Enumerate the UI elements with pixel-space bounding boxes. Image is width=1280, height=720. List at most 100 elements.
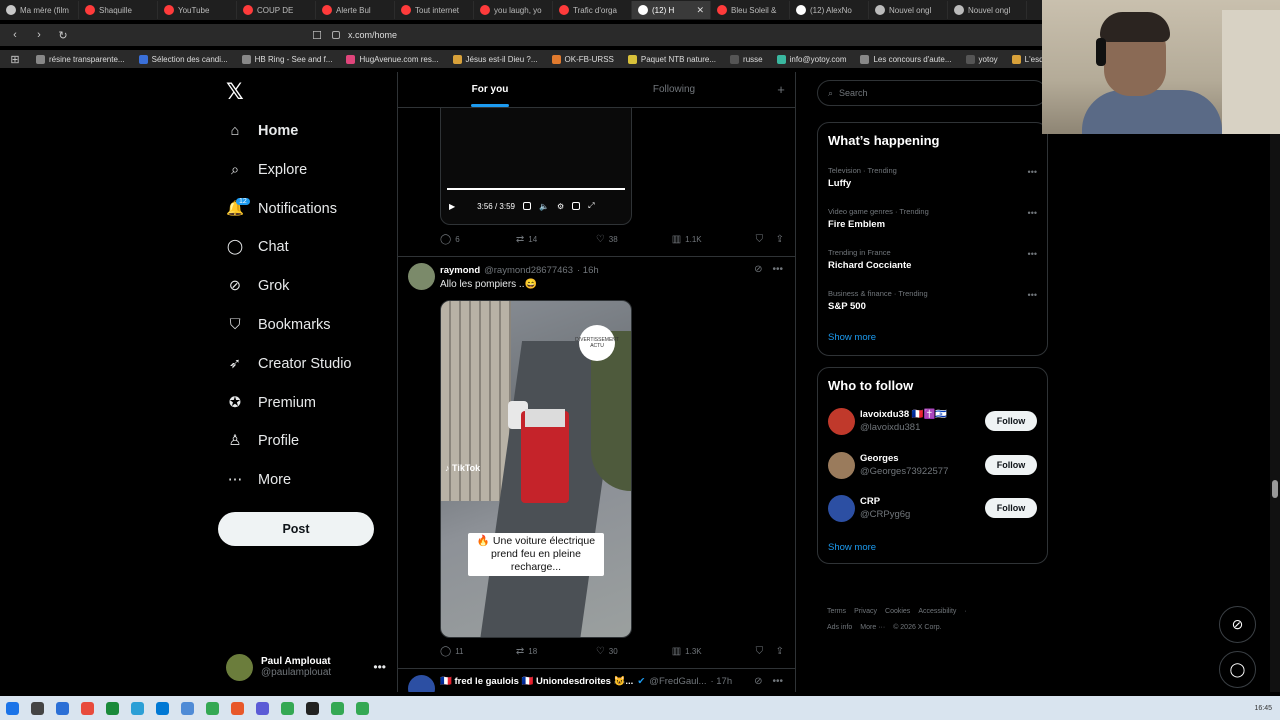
nav-item-home[interactable]: ⌂ Home	[226, 117, 299, 145]
nav-item-notifications[interactable]: 🔔 12 Notifications	[226, 195, 337, 223]
browser-tab[interactable]: (12) H ✕	[632, 1, 711, 19]
nav-item-creator-studio[interactable]: ➶ Creator Studio	[226, 350, 352, 378]
captions-icon[interactable]	[522, 202, 531, 210]
tab-following[interactable]: Following	[582, 72, 766, 107]
browser-tab[interactable]: Bleu Soleil &	[711, 1, 790, 19]
reply-button[interactable]: ◯ 11	[440, 646, 516, 657]
app-icon[interactable]	[281, 701, 294, 715]
footer-link[interactable]: ·	[964, 608, 966, 615]
author-name[interactable]: raymond	[440, 265, 480, 276]
scrollbar[interactable]	[1270, 134, 1280, 692]
volume-icon[interactable]: 🔈	[539, 202, 549, 211]
avatar[interactable]	[408, 263, 435, 290]
tweet-time[interactable]: · 16h	[577, 265, 599, 276]
pip-icon[interactable]	[572, 202, 581, 210]
nav-item-premium[interactable]: ✪ Premium	[226, 389, 316, 417]
app-icon[interactable]	[181, 701, 194, 715]
x-logo-icon[interactable]: 𝕏	[226, 80, 244, 105]
bookmark-item[interactable]: Sélection des candi...	[138, 54, 228, 64]
follow-button[interactable]: Follow	[985, 498, 1037, 518]
repost-button[interactable]: ⇄ 14	[516, 234, 596, 245]
footer-link[interactable]: More ···	[860, 624, 885, 631]
nav-item-profile[interactable]: ♙ Profile	[226, 427, 300, 455]
more-icon[interactable]: •••	[772, 676, 783, 687]
more-icon[interactable]: •••	[373, 660, 386, 674]
app-icon[interactable]	[106, 701, 119, 715]
more-icon[interactable]: •••	[772, 264, 783, 275]
apps-icon[interactable]: ⊞	[8, 53, 22, 66]
trend-category[interactable]: Trending in France	[828, 248, 891, 257]
follow-button[interactable]: Follow	[985, 454, 1037, 475]
bookmark-item[interactable]: résine transparente...	[36, 54, 125, 64]
reload-icon[interactable]: ↻	[56, 29, 70, 42]
app-icon[interactable]	[56, 701, 69, 715]
site-info-icon[interactable]	[332, 31, 340, 39]
post-button[interactable]: Post	[218, 512, 374, 546]
bookmark-item[interactable]: Jésus est-il Dieu ?...	[452, 54, 538, 64]
nav-item-explore[interactable]: ⌕ Explore	[226, 156, 307, 184]
suggested-user-name[interactable]: lavoixdu38 🇫🇷✝️🇮🇱	[860, 409, 947, 420]
browser-tab[interactable]: Trafic d'orga	[553, 1, 632, 19]
browser-tab[interactable]: (12) AlexNo	[790, 1, 869, 19]
browser-tab[interactable]: Nouvel ongl	[869, 1, 948, 19]
video-progress-bar[interactable]	[447, 188, 625, 190]
suggested-user-handle[interactable]: @CRPyg6g	[860, 509, 910, 520]
app-icon[interactable]	[81, 701, 94, 715]
browser-tab[interactable]: Shaquille	[79, 1, 158, 19]
nav-item-more[interactable]: ⋯ More	[226, 466, 291, 494]
bookmark-button[interactable]: ⛉	[756, 646, 776, 657]
trend-name[interactable]: S&P 500	[828, 301, 866, 312]
author-handle[interactable]: @raymond28677463	[484, 265, 573, 276]
search-icon[interactable]	[31, 701, 44, 715]
follow-button[interactable]: Follow	[985, 411, 1037, 431]
grok-icon[interactable]: ⊘	[754, 264, 762, 275]
bookmark-item[interactable]: Les concours d'aute...	[860, 54, 952, 64]
more-icon[interactable]: •••	[1028, 249, 1037, 259]
app-icon[interactable]	[131, 701, 144, 715]
play-icon[interactable]: ▶	[449, 202, 455, 211]
suggested-user-handle[interactable]: @lavoixdu381	[860, 422, 920, 433]
like-button[interactable]: ♡ 30	[596, 646, 672, 657]
suggested-user-handle[interactable]: @Georges73922577	[860, 466, 948, 477]
bookmark-page-icon[interactable]: ☐	[310, 29, 324, 42]
browser-tab[interactable]: YouTube	[158, 1, 237, 19]
messages-button[interactable]: ◯	[1219, 651, 1256, 688]
author-handle[interactable]: @FredGaul...	[649, 676, 706, 687]
close-tab-icon[interactable]: ✕	[696, 5, 704, 16]
more-icon[interactable]: •••	[1028, 167, 1037, 177]
scrollbar-thumb[interactable]	[1272, 480, 1278, 498]
bookmark-item[interactable]: OK-FB-URSS	[551, 54, 614, 64]
app-icon[interactable]	[331, 701, 344, 715]
back-icon[interactable]: ‹	[8, 29, 22, 41]
browser-tab[interactable]: Ma mère (film	[0, 1, 79, 19]
views-button[interactable]: ▥ 1.3K	[672, 646, 756, 657]
footer-link[interactable]: Cookies	[885, 608, 910, 615]
app-icon[interactable]	[256, 701, 269, 715]
more-icon[interactable]: •••	[1028, 290, 1037, 300]
account-switcher[interactable]: Paul Amplouat @paulamplouat •••	[226, 650, 386, 684]
footer-link[interactable]: Ads info	[827, 624, 852, 631]
views-button[interactable]: ▥ 1.1K	[672, 234, 756, 245]
nav-item-chat[interactable]: ◯ Chat	[226, 233, 289, 261]
bookmark-item[interactable]: HugAvenue.com res...	[346, 54, 439, 64]
trend-name[interactable]: Fire Emblem	[828, 219, 885, 230]
show-more-link[interactable]: Show more	[828, 332, 876, 343]
trend-category[interactable]: Television · Trending	[828, 166, 897, 175]
more-icon[interactable]: •••	[1028, 208, 1037, 218]
forward-icon[interactable]: ›	[32, 29, 46, 41]
video-player[interactable]: DIVERTISSEMENT ACTU ♪ TikTok 🔥 Une voitu…	[440, 300, 632, 638]
avatar[interactable]	[828, 451, 855, 479]
repost-button[interactable]: ⇄ 18	[516, 646, 596, 657]
grok-button[interactable]: ⊘	[1219, 606, 1256, 643]
trend-name[interactable]: Richard Cocciante	[828, 260, 911, 271]
author-name[interactable]: 🇫🇷 fred le gaulois 🇫🇷 Uniondesdroites 😺.…	[440, 676, 633, 687]
app-icon[interactable]	[156, 701, 169, 715]
footer-link[interactable]: Terms	[827, 608, 846, 615]
browser-tab[interactable]: Nouvel ongl	[948, 1, 1027, 19]
tab-for-you[interactable]: For you	[398, 72, 582, 107]
trend-category[interactable]: Video game genres · Trending	[828, 207, 929, 216]
nav-item-bookmarks[interactable]: ⛉ Bookmarks	[226, 311, 331, 339]
app-icon[interactable]	[206, 701, 219, 715]
avatar[interactable]	[408, 675, 435, 692]
browser-tab[interactable]: you laugh, yo	[474, 1, 553, 19]
